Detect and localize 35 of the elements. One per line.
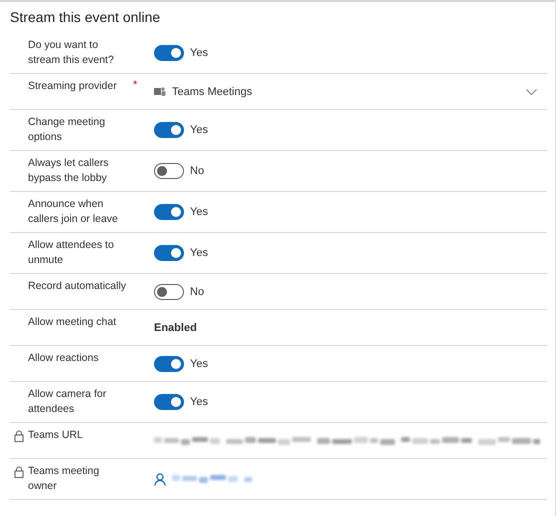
field-label: Always let callers bypass the lobby <box>28 156 110 185</box>
toggle-label: Yes <box>190 124 208 136</box>
field-label: Record automatically <box>28 279 128 294</box>
provider-dropdown[interactable]: Teams Meetings <box>154 76 547 106</box>
toggle-switch[interactable] <box>154 122 184 138</box>
toggle-switch[interactable] <box>154 394 184 410</box>
toggle-label: No <box>190 286 204 298</box>
field-label: Allow reactions <box>28 351 100 366</box>
toggle-label: Yes <box>190 206 208 218</box>
toggle-label: Yes <box>190 396 208 408</box>
field-label: Allow camera for attendees <box>28 387 108 416</box>
toggle-label: Yes <box>190 47 208 59</box>
toggle-switch[interactable] <box>154 204 184 220</box>
field-label: Change meeting options <box>28 115 106 144</box>
teams-icon <box>154 86 166 97</box>
toggle-switch[interactable] <box>154 245 184 261</box>
toggle-label: Yes <box>190 358 208 370</box>
toggle-switch[interactable] <box>154 356 184 372</box>
field-label: Teams meeting owner <box>28 464 100 493</box>
toggle-switch[interactable] <box>154 45 184 61</box>
field-label: Announce when callers join or leave <box>28 197 119 226</box>
field-label: Streaming provider <box>28 79 118 94</box>
toggle-switch[interactable] <box>154 163 184 179</box>
person-icon <box>154 472 166 486</box>
toggle-label: No <box>190 165 204 177</box>
field-label: Allow attendees to unmute <box>28 238 115 267</box>
field-label: Teams URL <box>28 428 84 442</box>
section-title: Stream this event online <box>10 9 162 25</box>
value-text: Enabled <box>154 322 197 334</box>
field-label: Do you want to stream this event? <box>28 38 115 67</box>
toggle-label: Yes <box>190 247 208 259</box>
toggle-switch[interactable] <box>154 284 184 300</box>
field-label: Allow meeting chat <box>28 315 118 330</box>
required-mark: * <box>133 79 138 91</box>
chevron-down-icon <box>526 88 537 94</box>
